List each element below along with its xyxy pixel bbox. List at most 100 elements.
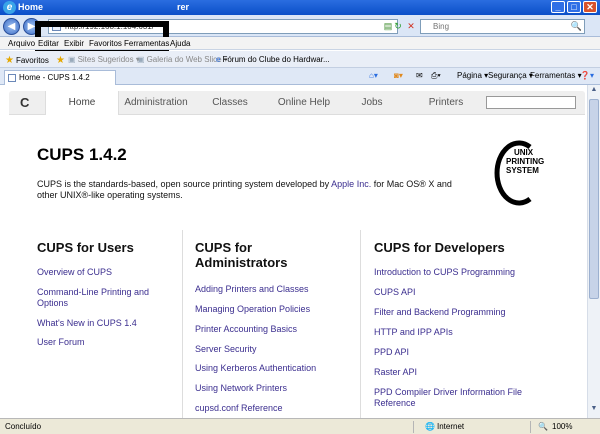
menu-item-view[interactable]: Exibir bbox=[64, 39, 84, 48]
page-title: CUPS 1.4.2 bbox=[37, 145, 127, 164]
admins-heading: CUPS for Administrators bbox=[195, 240, 288, 270]
home-icon[interactable]: ⌂▾ bbox=[369, 71, 378, 80]
browser-tab[interactable]: Home - CUPS 1.4.2 bbox=[4, 70, 116, 85]
link-raster-api[interactable]: Raster API bbox=[374, 367, 417, 378]
apple-link[interactable]: Apple Inc. bbox=[331, 179, 371, 189]
link-operation-policies[interactable]: Managing Operation Policies bbox=[195, 304, 310, 315]
status-divider bbox=[530, 421, 531, 433]
cups-search-input[interactable] bbox=[486, 96, 576, 109]
tab-printers[interactable]: Printers bbox=[409, 91, 483, 115]
status-text: Concluído bbox=[5, 422, 42, 431]
search-box[interactable]: 🔍 bbox=[420, 19, 585, 34]
favorites-label: Favoritos bbox=[15, 56, 49, 65]
link-adding-printers[interactable]: Adding Printers and Classes bbox=[195, 284, 309, 295]
logo-line-printing: PRINTING bbox=[506, 157, 544, 166]
internet-zone-icon: 🌐 bbox=[425, 422, 435, 431]
link-network-printers[interactable]: Using Network Printers bbox=[195, 383, 287, 394]
scroll-down-icon[interactable]: ▼ bbox=[589, 405, 599, 417]
add-favorite-button[interactable]: ★ bbox=[56, 55, 65, 66]
security-menu[interactable]: Segurança ▾ bbox=[488, 71, 533, 80]
link-overview[interactable]: Overview of CUPS bbox=[37, 267, 112, 278]
favorites-button[interactable]: ★ Favoritos bbox=[5, 55, 49, 66]
fav-item-label: Fórum do Clube do Hardwar... bbox=[222, 55, 330, 64]
tab-title: Home - CUPS 1.4.2 bbox=[19, 73, 90, 82]
link-ppd-compiler[interactable]: PPD Compiler Driver Information File Ref… bbox=[374, 387, 544, 409]
web-slice-icon: ▣ bbox=[68, 55, 76, 64]
fav-item-label: Sites Sugeridos ▾ bbox=[77, 55, 140, 64]
web-slice-icon: ▣ bbox=[137, 55, 145, 64]
tab-classes[interactable]: Classes bbox=[193, 91, 267, 115]
window-title-tail: rer bbox=[177, 2, 190, 12]
cups-logo-icon[interactable]: C bbox=[20, 95, 29, 110]
vertical-scrollbar[interactable]: ▲ ▼ bbox=[587, 85, 600, 418]
fav-item-forum[interactable]: e Fórum do Clube do Hardwar... bbox=[216, 55, 330, 64]
link-accounting[interactable]: Printer Accounting Basics bbox=[195, 324, 297, 335]
window-title: Home bbox=[18, 2, 44, 12]
window-title-bar: e Home rer _ □ ✕ bbox=[0, 0, 600, 15]
tab-home[interactable]: Home bbox=[45, 91, 119, 115]
link-server-security[interactable]: Server Security bbox=[195, 344, 257, 355]
menu-item-favorites[interactable]: Favoritos bbox=[89, 39, 122, 48]
ie-logo-icon: e bbox=[3, 1, 16, 14]
menu-item-edit[interactable]: Editar bbox=[38, 39, 59, 48]
tab-administration[interactable]: Administration bbox=[119, 91, 193, 115]
fav-item-suggested-sites[interactable]: ▣ Sites Sugeridos ▾ bbox=[68, 55, 140, 64]
ie-page-icon: e bbox=[216, 55, 221, 64]
logo-line-system: SYSTEM bbox=[506, 166, 539, 175]
link-cups-programming[interactable]: Introduction to CUPS Programming bbox=[374, 267, 515, 278]
zoom-level[interactable]: 100% bbox=[552, 422, 572, 431]
web-content: C Home Administration Classes Online Hel… bbox=[0, 85, 600, 418]
favorites-bar: ★ Favoritos ★ ▣ Sites Sugeridos ▾ ▣ Gale… bbox=[0, 51, 600, 68]
intro-before: CUPS is the standards-based, open source… bbox=[37, 179, 332, 189]
link-cups-api[interactable]: CUPS API bbox=[374, 287, 416, 298]
users-heading: CUPS for Users bbox=[37, 240, 134, 255]
menu-item-help[interactable]: Ajuda bbox=[170, 39, 190, 48]
status-bar: Concluído 🌐 Internet 🔍 100% bbox=[0, 418, 600, 434]
cups-nav-bar: C Home Administration Classes Online Hel… bbox=[9, 91, 585, 115]
column-divider bbox=[182, 230, 183, 418]
intro-text: CUPS is the standards-based, open source… bbox=[37, 179, 467, 201]
fav-item-web-slice-gallery[interactable]: ▣ Galeria do Web Slice ▾ bbox=[137, 55, 228, 64]
refresh-icon[interactable]: ↻ bbox=[392, 20, 404, 32]
link-ppd-api[interactable]: PPD API bbox=[374, 347, 409, 358]
stop-icon[interactable]: ✕ bbox=[405, 20, 417, 32]
link-filter-backend[interactable]: Filter and Backend Programming bbox=[374, 307, 506, 318]
column-divider bbox=[360, 230, 361, 418]
maximize-button[interactable]: □ bbox=[567, 1, 581, 13]
feeds-icon[interactable]: ◙▾ bbox=[394, 71, 403, 80]
help-menu[interactable]: ❓▾ bbox=[580, 71, 594, 80]
star-icon: ★ bbox=[5, 55, 14, 66]
page-menu[interactable]: Página ▾ bbox=[457, 71, 488, 80]
logo-line-unix: UNIX bbox=[514, 148, 534, 157]
link-user-forum[interactable]: User Forum bbox=[37, 337, 85, 348]
link-kerberos[interactable]: Using Kerberos Authentication bbox=[195, 363, 316, 374]
link-http-ipp[interactable]: HTTP and IPP APIs bbox=[374, 327, 453, 338]
minimize-button[interactable]: _ bbox=[551, 1, 565, 13]
add-favorite-icon: ★ bbox=[56, 55, 65, 66]
back-button[interactable]: ◀ bbox=[3, 18, 20, 35]
unix-printing-system-logo: UNIX PRINTING SYSTEM bbox=[494, 140, 544, 206]
scrollbar-thumb[interactable] bbox=[589, 99, 599, 299]
menu-item-file[interactable]: Arquivo bbox=[8, 39, 35, 48]
devs-heading: CUPS for Developers bbox=[374, 240, 505, 255]
tab-jobs[interactable]: Jobs bbox=[341, 91, 403, 115]
search-input[interactable] bbox=[433, 21, 568, 32]
link-cupsd-conf[interactable]: cupsd.conf Reference bbox=[195, 403, 283, 414]
print-icon[interactable]: ⎙▾ bbox=[431, 71, 441, 81]
close-button[interactable]: ✕ bbox=[583, 1, 597, 13]
menu-item-tools[interactable]: Ferramentas bbox=[124, 39, 169, 48]
status-divider bbox=[413, 421, 414, 433]
tab-bar: Home - CUPS 1.4.2 ⌂▾ ◙▾ ✉ ⎙▾ Página ▾ Se… bbox=[0, 68, 600, 85]
address-toolbar: ◀ ▶ http://192.168.1.104:631/ ▤ ↻ ✕ 🔍 bbox=[0, 15, 600, 54]
scroll-up-icon[interactable]: ▲ bbox=[589, 86, 599, 98]
tab-online-help[interactable]: Online Help bbox=[267, 91, 341, 115]
tools-menu[interactable]: Ferramentas ▾ bbox=[530, 71, 582, 80]
zone-text: Internet bbox=[437, 422, 465, 431]
zoom-icon[interactable]: 🔍 bbox=[538, 422, 548, 431]
link-cli-printing[interactable]: Command-Line Printing and Options bbox=[37, 287, 167, 309]
menu-bar: Arquivo Editar Exibir Favoritos Ferramen… bbox=[0, 37, 600, 50]
read-mail-icon[interactable]: ✉ bbox=[416, 71, 423, 80]
search-icon[interactable]: 🔍 bbox=[571, 21, 582, 32]
link-whats-new[interactable]: What's New in CUPS 1.4 bbox=[37, 318, 137, 329]
tab-page-icon bbox=[8, 74, 16, 82]
